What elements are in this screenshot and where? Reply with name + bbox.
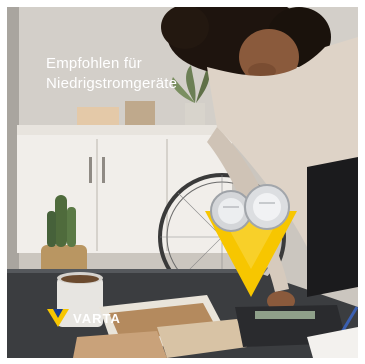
- headline-line-1: Empfohlen für: [46, 55, 142, 72]
- varta-v-icon: [47, 309, 69, 327]
- shelf: [17, 125, 247, 135]
- ad-headline: Empfohlen für Niedrigstromgeräte: [46, 54, 177, 94]
- brand-logo: VARTA: [47, 308, 121, 328]
- headline-line-2: Niedrigstromgeräte: [46, 75, 178, 92]
- brand-name: VARTA: [73, 310, 121, 326]
- advertisement-banner[interactable]: Empfohlen für Niedrigstromgeräte VARTA: [7, 7, 358, 358]
